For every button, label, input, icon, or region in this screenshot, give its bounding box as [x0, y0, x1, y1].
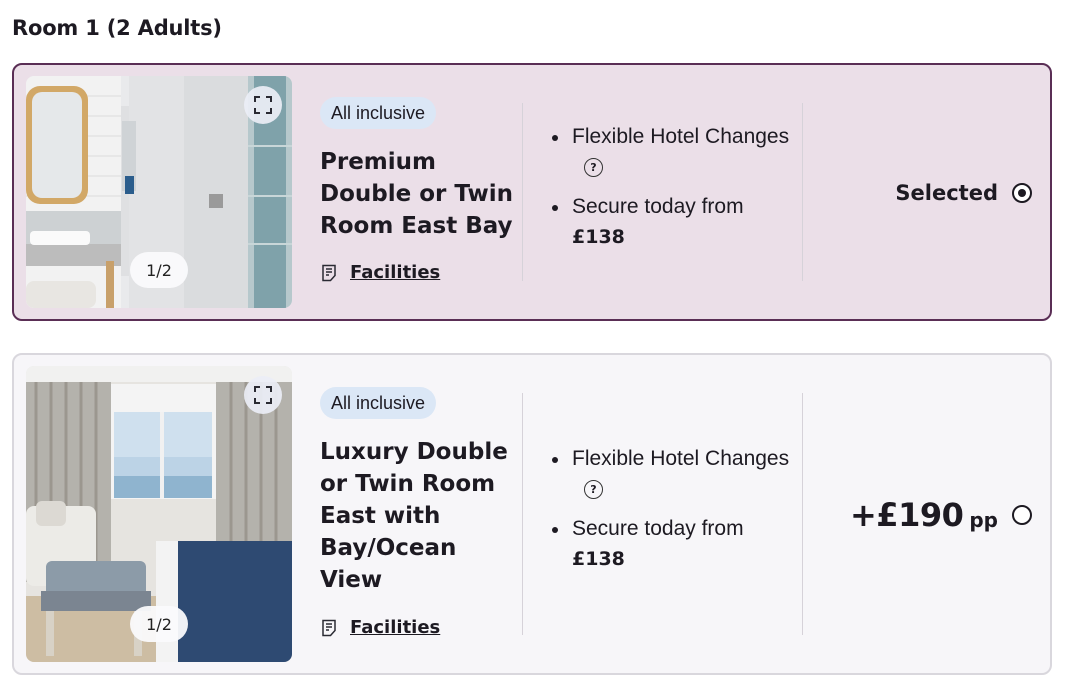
- room-photo[interactable]: 1/2: [26, 76, 292, 308]
- feature-text: Flexible Hotel Changes: [572, 125, 790, 148]
- expand-icon: [254, 96, 272, 114]
- feature-text: Secure today from: [572, 517, 744, 540]
- divider: [522, 103, 523, 281]
- facilities-label[interactable]: Facilities: [350, 617, 440, 638]
- expand-photo-button[interactable]: [244, 376, 282, 414]
- expand-icon: [254, 386, 272, 404]
- room-option-card[interactable]: 1/2 All inclusive Premium Double or Twin…: [12, 63, 1052, 321]
- image-counter: 1/2: [130, 606, 188, 642]
- room-name: Luxury Double or Twin Room East with Bay…: [320, 439, 508, 593]
- board-badge: All inclusive: [320, 97, 437, 129]
- document-icon: [322, 619, 336, 636]
- divider: [802, 103, 803, 281]
- divider: [522, 393, 523, 635]
- feature-text: Flexible Hotel Changes: [572, 447, 790, 470]
- radio-selected[interactable]: [1012, 183, 1032, 203]
- facilities-label[interactable]: Facilities: [350, 262, 440, 283]
- feature-text: Secure today from: [572, 195, 744, 218]
- room-section-title: Room 1 (2 Adults): [12, 16, 222, 40]
- feature-flexible-changes: Flexible Hotel Changes?: [546, 122, 796, 182]
- feature-secure-today: Secure today from £138: [546, 514, 796, 574]
- image-counter: 1/2: [130, 252, 188, 288]
- board-badge: All inclusive: [320, 387, 437, 419]
- selected-label: Selected: [895, 181, 998, 205]
- price-unit: pp: [969, 508, 998, 532]
- help-icon[interactable]: ?: [584, 480, 603, 499]
- facilities-link[interactable]: Facilities: [320, 262, 440, 283]
- feature-list: Flexible Hotel Changes? Secure today fro…: [546, 122, 796, 262]
- price-difference: +£190: [849, 496, 964, 534]
- feature-secure-today: Secure today from £138: [546, 192, 796, 252]
- radio-unselected[interactable]: [1012, 505, 1032, 525]
- room-selector[interactable]: +£190 pp: [850, 496, 1032, 534]
- secure-price: £138: [572, 548, 625, 570]
- room-selector[interactable]: Selected: [895, 181, 1032, 205]
- secure-price: £138: [572, 226, 625, 248]
- feature-list: Flexible Hotel Changes? Secure today fro…: [546, 444, 796, 584]
- facilities-link[interactable]: Facilities: [320, 617, 440, 638]
- divider: [802, 393, 803, 635]
- room-option-card[interactable]: 1/2 All inclusive Luxury Double or Twin …: [12, 353, 1052, 675]
- room-name: Premium Double or Twin Room East Bay: [320, 149, 514, 239]
- room-photo[interactable]: 1/2: [26, 366, 292, 662]
- document-icon: [322, 264, 336, 281]
- help-icon[interactable]: ?: [584, 158, 603, 177]
- feature-flexible-changes: Flexible Hotel Changes?: [546, 444, 796, 504]
- expand-photo-button[interactable]: [244, 86, 282, 124]
